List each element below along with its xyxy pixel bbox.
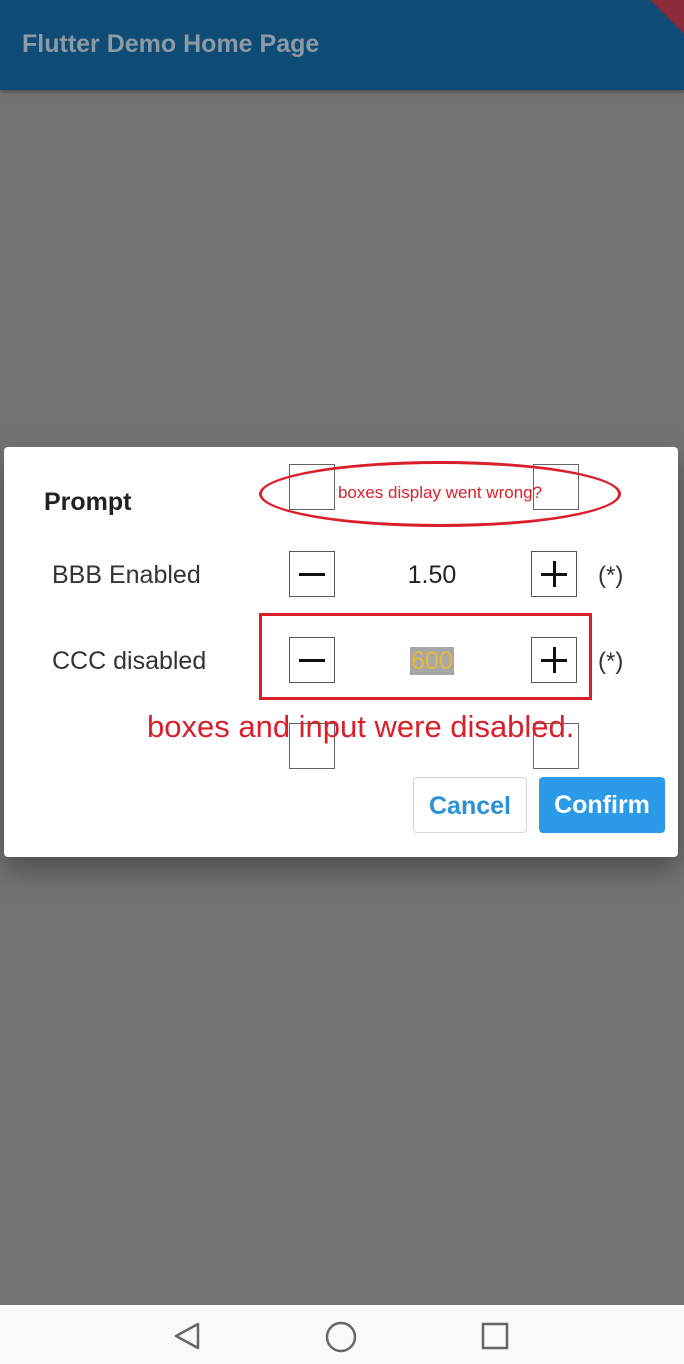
recents-icon[interactable] — [480, 1321, 510, 1351]
row-label-ccc: CCC disabled — [52, 647, 207, 675]
annotation-rect — [259, 613, 592, 700]
dialog-title: Prompt — [44, 488, 132, 516]
cancel-button[interactable]: Cancel — [413, 777, 527, 833]
row-label-bbb: BBB Enabled — [52, 561, 201, 589]
increment-button-bbb[interactable] — [531, 551, 577, 597]
minus-icon — [299, 573, 325, 576]
home-icon[interactable] — [325, 1321, 357, 1353]
annotation-ellipse-text: boxes display went wrong? — [337, 483, 543, 502]
required-marker-bbb: (*) — [598, 562, 624, 589]
required-marker-ccc: (*) — [598, 648, 624, 675]
system-nav-bar — [0, 1305, 684, 1364]
app-title: Flutter Demo Home Page — [22, 30, 320, 58]
annotation-text: boxes and input were disabled. — [147, 709, 575, 744]
plus-icon-v — [553, 561, 556, 587]
value-input-bbb[interactable]: 1.50 — [382, 561, 482, 590]
app-bar: Flutter Demo Home Page — [0, 0, 684, 90]
decrement-button-bbb[interactable] — [289, 551, 335, 597]
debug-banner — [650, 0, 684, 34]
back-icon[interactable] — [172, 1321, 202, 1351]
confirm-button[interactable]: Confirm — [539, 777, 665, 833]
